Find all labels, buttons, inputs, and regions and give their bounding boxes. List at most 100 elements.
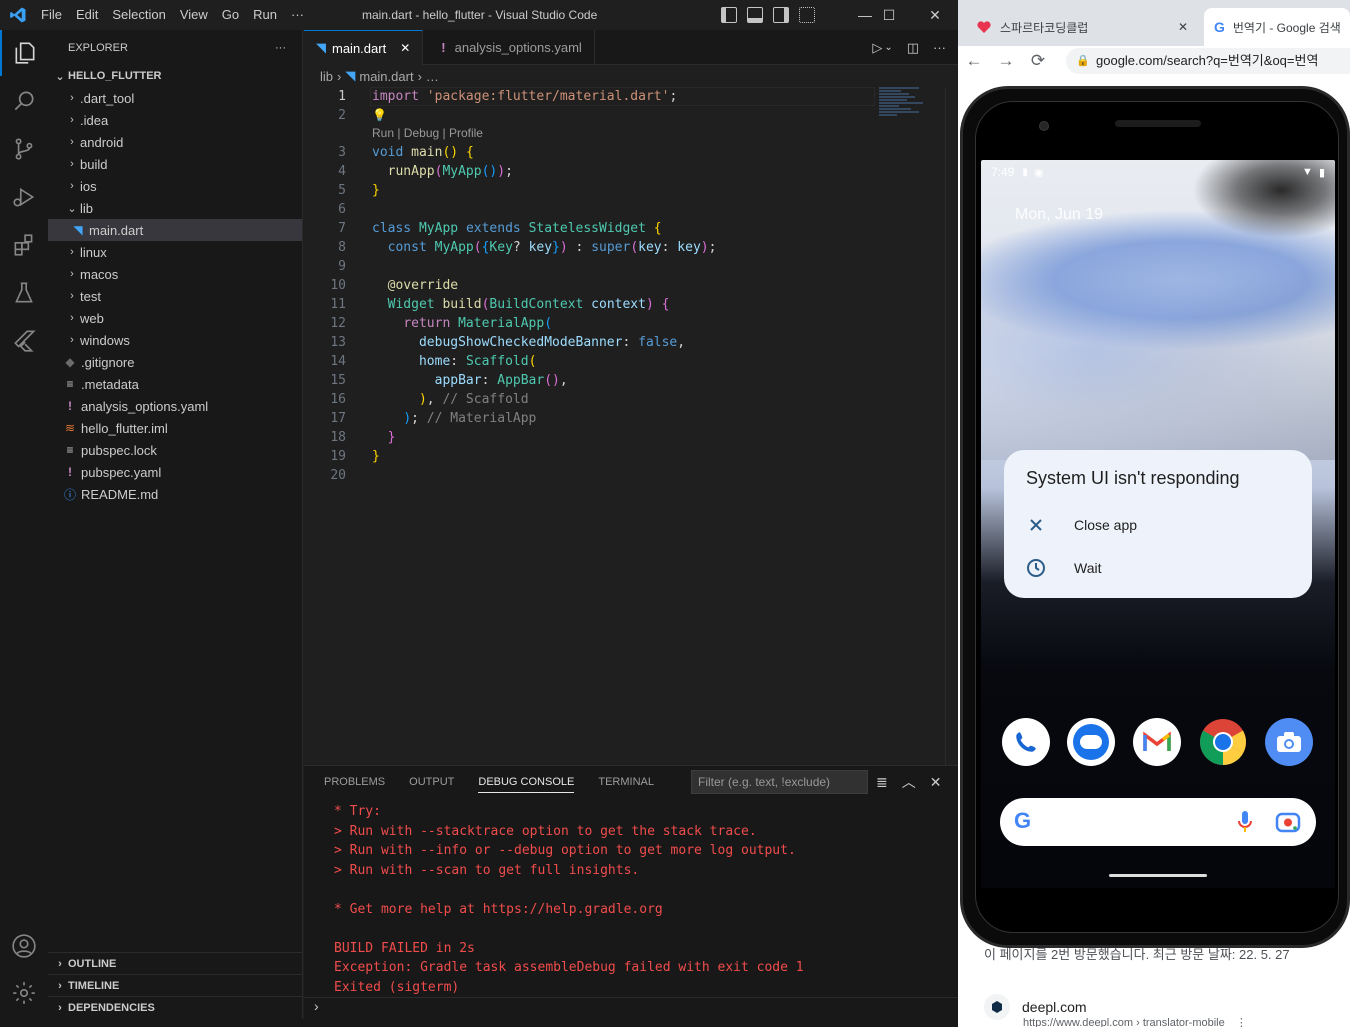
maximize-panel-icon[interactable]: ︿: [902, 772, 916, 792]
menu-item-go[interactable]: Go: [217, 0, 248, 30]
forward-button[interactable]: →: [990, 51, 1022, 71]
tree-item-pubspec-yaml[interactable]: ! pubspec.yaml: [48, 461, 302, 483]
result-more-icon[interactable]: ⋮: [1236, 1017, 1247, 1027]
phone-screen[interactable]: 7:49 ▮ ◉ ▼ ▮ Mon, Jun 19 System UI isn't…: [981, 160, 1335, 888]
tree-item-dot-idea[interactable]: › .idea: [48, 109, 302, 131]
code-line[interactable]: 12 return MaterialApp(: [304, 314, 874, 333]
toggle-primary-sidebar-icon[interactable]: [721, 7, 737, 23]
split-editor-icon[interactable]: ◫: [907, 40, 919, 56]
code-line[interactable]: 1 import 'package:flutter/material.dart';: [304, 87, 875, 106]
settings-gear-icon[interactable]: [0, 970, 48, 1016]
code-line[interactable]: 3 void main() {: [304, 143, 874, 162]
workspace-root[interactable]: ⌄ HELLO_FLUTTER: [48, 65, 302, 87]
section-dependencies[interactable]: › DEPENDENCIES: [48, 996, 303, 1018]
run-dropdown-chevron-icon[interactable]: ⌄: [884, 42, 892, 53]
google-search-bar[interactable]: G: [1000, 798, 1316, 846]
code-line[interactable]: 4 runApp(MyApp());: [304, 162, 874, 181]
address-bar[interactable]: 🔒 google.com/search?q=번역기&oq=번역: [1066, 48, 1350, 74]
code-line[interactable]: 20: [304, 466, 874, 485]
account-icon[interactable]: [0, 923, 48, 969]
tree-item-lib[interactable]: ⌄ lib: [48, 197, 302, 219]
code-line[interactable]: 5}: [304, 181, 874, 200]
customize-layout-icon[interactable]: [799, 7, 815, 23]
breadcrumb-symbol[interactable]: …: [426, 69, 439, 84]
tree-item-main-dart[interactable]: ◥ main.dart: [48, 219, 302, 241]
flutter-icon[interactable]: [0, 318, 48, 364]
console-filter-input[interactable]: Filter (e.g. text, !exclude): [691, 770, 868, 794]
tree-item-dot-metadata[interactable]: ≡ .metadata: [48, 373, 302, 395]
gesture-nav-handle[interactable]: [1109, 874, 1207, 877]
code-line[interactable]: 14 home: Scaffold(: [304, 352, 874, 371]
menu-item-file[interactable]: File: [36, 0, 71, 30]
search-icon[interactable]: [0, 78, 48, 124]
close-tab-icon[interactable]: ✕: [1178, 20, 1188, 34]
breadcrumb-file[interactable]: main.dart: [359, 69, 413, 84]
maximize-button[interactable]: ☐: [866, 0, 912, 30]
tree-item-test[interactable]: › test: [48, 285, 302, 307]
code-line[interactable]: 18 }: [304, 428, 874, 447]
menu-item-edit[interactable]: Edit: [71, 0, 107, 30]
close-panel-icon[interactable]: ✕: [930, 774, 942, 791]
toggle-secondary-sidebar-icon[interactable]: [773, 7, 789, 23]
code-line[interactable]: 13 debugShowCheckedModeBanner: false,: [304, 333, 874, 352]
testing-icon[interactable]: [0, 270, 48, 316]
close-app-option[interactable]: Close app: [1024, 513, 1137, 537]
code-line[interactable]: 10 @override: [304, 276, 874, 295]
close-tab-icon[interactable]: ✕: [400, 41, 410, 55]
code-line[interactable]: 15 appBar: AppBar(),: [304, 371, 874, 390]
minimap[interactable]: [879, 87, 927, 127]
chrome-tab-sparta[interactable]: 스파르타코딩클럽 ✕: [964, 8, 1200, 46]
code-line[interactable]: 11 Widget build(BuildContext context) {: [304, 295, 874, 314]
source-control-icon[interactable]: [0, 126, 48, 172]
code-line[interactable]: 6: [304, 200, 874, 219]
extensions-icon[interactable]: [0, 222, 48, 268]
run-file-icon[interactable]: ▷: [872, 40, 882, 56]
gmail-icon[interactable]: [1133, 718, 1181, 766]
menu-item-view[interactable]: View: [175, 0, 217, 30]
phone-icon[interactable]: [1002, 718, 1050, 766]
tree-item-hello-flutter-iml[interactable]: ≋ hello_flutter.iml: [48, 417, 302, 439]
tree-item-macos[interactable]: › macos: [48, 263, 302, 285]
tree-item-dot-gitignore[interactable]: ◆ .gitignore: [48, 351, 302, 373]
code-line[interactable]: 8 const MyApp({Key? key}) : super(key: k…: [304, 238, 874, 257]
result-site-name[interactable]: deepl.com: [1022, 999, 1087, 1015]
section-timeline[interactable]: › TIMELINE: [48, 974, 303, 996]
tree-item-dot-dart-tool[interactable]: › .dart_tool: [48, 87, 302, 109]
tree-item-linux[interactable]: › linux: [48, 241, 302, 263]
tree-item-analysis-options-yaml[interactable]: ! analysis_options.yaml: [48, 395, 302, 417]
explorer-icon[interactable]: [0, 30, 48, 76]
menu-item-more[interactable]: ···: [286, 0, 313, 30]
editor-more-icon[interactable]: ···: [933, 40, 946, 55]
google-lens-icon[interactable]: [1275, 811, 1301, 833]
breadcrumb-folder[interactable]: lib: [320, 69, 333, 84]
toggle-panel-icon[interactable]: [747, 7, 763, 23]
camera-icon[interactable]: [1265, 718, 1313, 766]
run-debug-icon[interactable]: [0, 174, 48, 220]
tree-item-windows[interactable]: › windows: [48, 329, 302, 351]
menu-item-selection[interactable]: Selection: [107, 0, 174, 30]
panel-tab-problems[interactable]: PROBLEMS: [324, 776, 385, 788]
tree-item-pubspec-lock[interactable]: ≡ pubspec.lock: [48, 439, 302, 461]
panel-tab-terminal[interactable]: TERMINAL: [598, 776, 654, 788]
chrome-icon[interactable]: [1199, 718, 1247, 766]
tree-item-ios[interactable]: › ios: [48, 175, 302, 197]
back-button[interactable]: ←: [958, 51, 990, 71]
code-line[interactable]: 17 ); // MaterialApp: [304, 409, 874, 428]
wait-option[interactable]: Wait: [1024, 556, 1101, 580]
chrome-tab-google[interactable]: G 번역기 - Google 검색: [1204, 8, 1350, 46]
messages-icon[interactable]: [1067, 718, 1115, 766]
menu-item-run[interactable]: Run: [248, 0, 286, 30]
code-line[interactable]: 2 💡: [304, 106, 874, 125]
panel-tab-output[interactable]: OUTPUT: [409, 776, 454, 788]
close-window-button[interactable]: ✕: [912, 0, 958, 30]
code-line[interactable]: 16 ), // Scaffold: [304, 390, 874, 409]
code-line[interactable]: 7 class MyApp extends StatelessWidget {: [304, 219, 874, 238]
tree-item-readme-md[interactable]: ⓘ README.md: [48, 483, 302, 505]
code-line[interactable]: 19}: [304, 447, 874, 466]
codelens-run-debug-profile[interactable]: Run | Debug | Profile: [372, 126, 483, 140]
tree-item-web[interactable]: › web: [48, 307, 302, 329]
microphone-icon[interactable]: [1237, 810, 1253, 834]
panel-tab-debug-console[interactable]: DEBUG CONSOLE: [478, 776, 575, 793]
clear-console-icon[interactable]: ≣: [876, 774, 888, 791]
editor-scrollbar[interactable]: [945, 87, 958, 765]
